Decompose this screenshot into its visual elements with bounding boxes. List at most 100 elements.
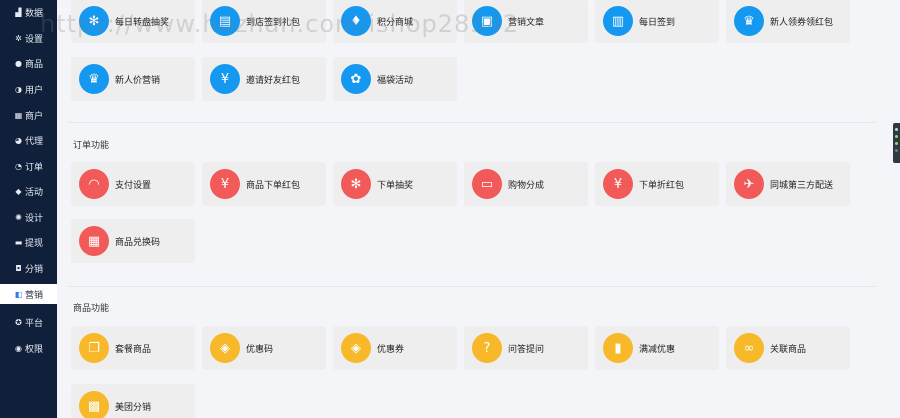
crown-new-icon: ♛: [79, 64, 109, 94]
sidebar-item-users[interactable]: ◑ 用户: [0, 80, 57, 98]
grid-icon: ▦: [14, 110, 23, 120]
payment-icon: ◠: [79, 169, 109, 199]
section-divider: [67, 286, 877, 287]
card-newcomer-coupon-redpacket[interactable]: ♛ 新人领券领红包: [726, 0, 850, 43]
card-label: 每日转盘抽奖: [115, 17, 170, 28]
card-order-discount-redpacket[interactable]: ¥ 下单折红包: [595, 162, 719, 206]
calendar-icon: ▥: [603, 6, 633, 36]
coupon-icon: ▮: [603, 333, 633, 363]
card-order-lottery[interactable]: ✻ 下单抽奖: [333, 162, 457, 206]
floating-toolbar[interactable]: [893, 123, 900, 163]
wheel-icon: ✻: [79, 6, 109, 36]
card-label: 积分商城: [377, 17, 414, 28]
card-label: 套餐商品: [115, 344, 152, 355]
card-label: 满减优惠: [639, 344, 676, 355]
gear-icon: ✲: [15, 33, 22, 43]
crown-new-icon: ♛: [734, 6, 764, 36]
sidebar-item-settings[interactable]: ✲ 设置: [0, 29, 57, 47]
card-local-delivery[interactable]: ✈ 同城第三方配送: [726, 162, 850, 206]
sidebar-item-withdraw[interactable]: ▬ 提现: [0, 233, 57, 251]
sidebar-item-agents[interactable]: ◕ 代理: [0, 131, 57, 149]
card-promo-code[interactable]: ◈ 优惠码: [202, 326, 326, 370]
points-mall-icon: ♦: [341, 6, 371, 36]
sidebar-item-label: 商品: [25, 59, 44, 70]
wheel-icon: ✻: [341, 169, 371, 199]
card-label: 下单折红包: [639, 180, 685, 191]
sidebar-item-activities[interactable]: ◆ 活动: [0, 182, 57, 200]
bar-chart-icon: ▟: [15, 7, 22, 17]
sidebar-item-label: 数据: [25, 8, 44, 19]
card-redeem-code[interactable]: ▦ 商品兑换码: [71, 219, 195, 263]
question-icon: ?: [472, 333, 502, 363]
article-icon: ▣: [472, 6, 502, 36]
package-icon: ❐: [79, 333, 109, 363]
card-label: 商品下单红包: [246, 180, 301, 191]
sidebar-item-label: 平台: [25, 318, 44, 329]
card-shopping-share[interactable]: ▭ 购物分成: [464, 162, 588, 206]
card-coupon[interactable]: ◈ 优惠券: [333, 326, 457, 370]
compass-icon: ✪: [15, 317, 22, 327]
user-icon: ◑: [15, 84, 22, 94]
card-label: 关联商品: [770, 344, 807, 355]
card-full-reduction[interactable]: ▮ 满减优惠: [595, 326, 719, 370]
section-title-goods: 商品功能: [73, 304, 110, 314]
user-tie-icon: ◕: [15, 135, 22, 145]
card-lucky-bag[interactable]: ✿ 福袋活动: [333, 57, 457, 101]
card-label: 福袋活动: [377, 75, 414, 86]
card-label: 商品兑换码: [115, 237, 161, 248]
sidebar-item-permissions[interactable]: ◉ 权限: [0, 339, 57, 357]
sidebar-item-label: 营销: [25, 290, 44, 301]
toolbar-dot-icon: [895, 149, 898, 152]
card-label: 新人领券领红包: [770, 17, 834, 28]
sidebar-item-label: 订单: [25, 162, 44, 173]
lucky-bag-icon: ✿: [341, 64, 371, 94]
toolbar-dot-icon: [895, 128, 898, 131]
card-qa[interactable]: ? 问答提问: [464, 326, 588, 370]
card-daily-wheel-lottery[interactable]: ✻ 每日转盘抽奖: [71, 0, 195, 43]
sidebar-item-label: 权限: [25, 344, 44, 355]
shield-icon: ◉: [15, 343, 22, 353]
sidebar-item-data[interactable]: ▟ 数据: [0, 3, 57, 21]
card-label: 问答提问: [508, 344, 545, 355]
link-icon: ∞: [734, 333, 764, 363]
card-related-goods[interactable]: ∞ 关联商品: [726, 326, 850, 370]
sidebar-item-merchants[interactable]: ▦ 商户: [0, 106, 57, 124]
card-label: 购物分成: [508, 180, 545, 191]
ticket-icon: ◈: [341, 333, 371, 363]
toolbar-dot-icon: [895, 135, 898, 138]
order-icon: ◔: [15, 161, 22, 171]
toolbar-dot-icon: [895, 142, 898, 145]
card-daily-checkin[interactable]: ▥ 每日签到: [595, 0, 719, 43]
sidebar-item-design[interactable]: ✺ 设计: [0, 208, 57, 226]
sidebar-item-platform[interactable]: ✪ 平台: [0, 313, 57, 331]
card-label: 到店签到礼包: [246, 17, 301, 28]
sidebar-item-label: 商户: [25, 111, 44, 122]
card-newcomer-price[interactable]: ♛ 新人价营销: [71, 57, 195, 101]
card-payment-settings[interactable]: ◠ 支付设置: [71, 162, 195, 206]
card-label: 优惠码: [246, 344, 274, 355]
card-package-goods[interactable]: ❐ 套餐商品: [71, 326, 195, 370]
qrcode-icon: ▦: [79, 226, 109, 256]
card-label: 营销文章: [508, 17, 545, 28]
card-label: 下单抽奖: [377, 180, 414, 191]
card-order-redpacket[interactable]: ¥ 商品下单红包: [202, 162, 326, 206]
sidebar-item-distribution[interactable]: ◘ 分销: [0, 259, 57, 277]
sidebar-item-marketing[interactable]: ◧ 营销: [0, 284, 57, 304]
circle-icon: ●: [15, 58, 22, 68]
card-meituan-distribution[interactable]: ▩ 美团分销: [71, 384, 195, 418]
card-label: 每日签到: [639, 17, 676, 28]
card-points-mall[interactable]: ♦ 积分商城: [333, 0, 457, 43]
card-invite-friend-redpacket[interactable]: ¥ 邀请好友红包: [202, 57, 326, 101]
share-icon: ◘: [15, 263, 22, 273]
card-label: 优惠券: [377, 344, 405, 355]
card-icon: ▬: [14, 237, 23, 247]
ticket-icon: ◈: [210, 333, 240, 363]
sidebar-item-orders[interactable]: ◔ 订单: [0, 157, 57, 175]
red-packet-icon: ¥: [210, 64, 240, 94]
sidebar-item-goods[interactable]: ● 商品: [0, 54, 57, 72]
sidebar: ▟ 数据 ✲ 设置 ● 商品 ◑ 用户 ▦ 商户 ◕ 代理 ◔ 订单 ◆ 活动 ✺ 设计 ▬ 提现 …: [0, 0, 57, 418]
sidebar-item-label: 活动: [25, 187, 44, 198]
card-marketing-articles[interactable]: ▣ 营销文章: [464, 0, 588, 43]
card-store-checkin-gift[interactable]: ▤ 到店签到礼包: [202, 0, 326, 43]
palette-icon: ✺: [15, 212, 22, 222]
